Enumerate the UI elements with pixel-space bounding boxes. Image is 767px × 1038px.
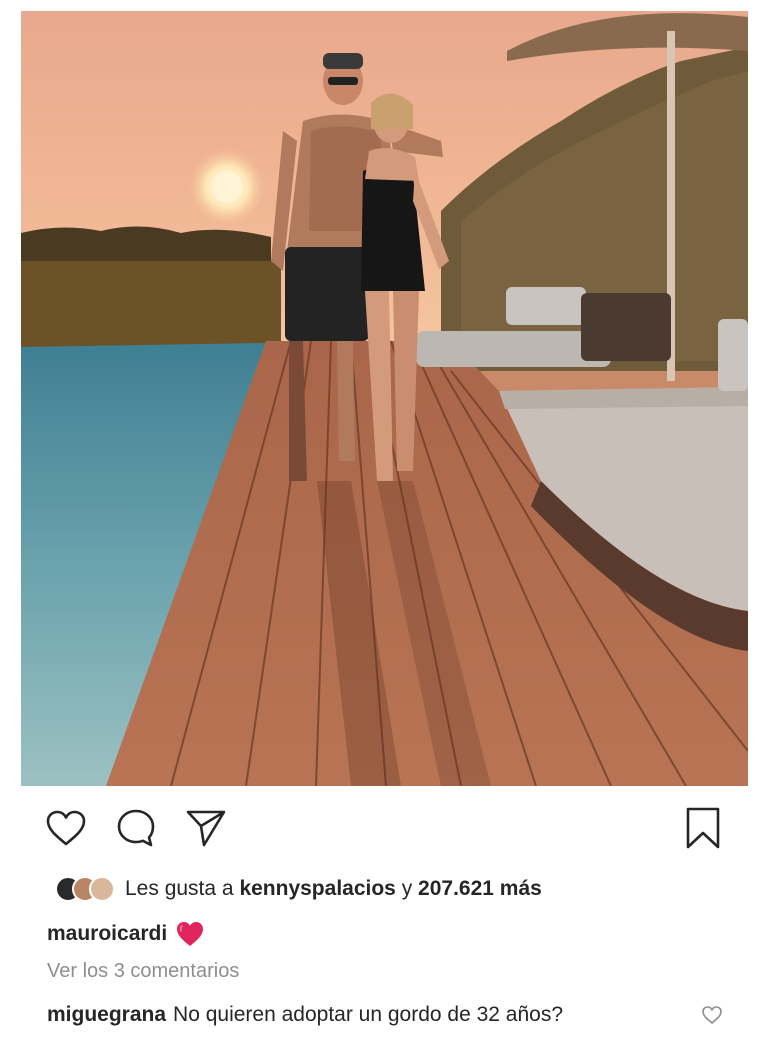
comment-button[interactable]	[114, 806, 158, 850]
comment-text: No quieren adoptar un gordo de 32 años?	[173, 1003, 563, 1026]
liker-username[interactable]: kennyspalacios	[239, 877, 395, 901]
save-button[interactable]	[681, 806, 725, 850]
comment-row: miguegrana No quieren adoptar un gordo d…	[47, 1000, 737, 1030]
instagram-post: Les gusta a kennyspalacios y 207.621 más…	[0, 0, 767, 1038]
red-heart-icon	[175, 920, 205, 948]
caption-username[interactable]: mauroicardi	[47, 922, 167, 946]
likes-prefix: Les gusta a	[125, 877, 234, 900]
heart-outline-icon	[702, 1006, 722, 1025]
like-button[interactable]	[44, 806, 88, 850]
likes-joiner: y	[401, 877, 413, 900]
likes-count[interactable]: 207.621 más	[418, 877, 542, 901]
post-actions-bar	[0, 800, 767, 860]
comment-like-button[interactable]	[701, 1005, 723, 1031]
heart-outline-icon	[46, 810, 86, 846]
likes-summary[interactable]: Les gusta a kennyspalacios y 207.621 más	[46, 872, 542, 906]
view-comments-link[interactable]: Ver los 3 comentarios	[47, 960, 239, 983]
caption: mauroicardi	[47, 918, 205, 950]
bookmark-icon	[686, 807, 720, 849]
paper-plane-icon	[186, 810, 226, 847]
share-button[interactable]	[184, 806, 228, 850]
liker-avatars	[46, 876, 115, 902]
comment-bubble-icon	[117, 809, 155, 847]
post-photo[interactable]	[21, 11, 748, 786]
avatar	[89, 876, 115, 902]
comment-username[interactable]: miguegrana	[47, 1003, 166, 1027]
